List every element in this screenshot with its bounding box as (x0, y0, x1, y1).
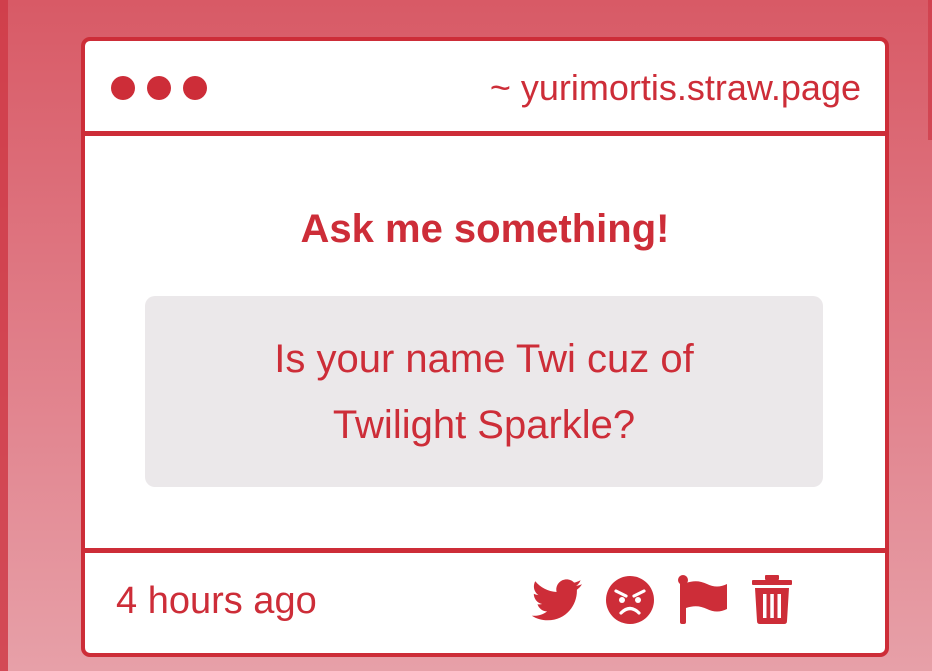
twitter-icon (531, 579, 582, 621)
window-titlebar: ~ yurimortis.straw.page (85, 41, 885, 136)
timestamp: 4 hours ago (116, 580, 317, 622)
page-url: ~ yurimortis.straw.page (489, 67, 861, 108)
question-text: Is your name Twi cuz of Twilight Sparkle… (224, 326, 744, 458)
react-angry-button[interactable] (605, 575, 655, 625)
action-bar (531, 575, 793, 625)
question-line-1: Is your name Twi cuz of (274, 336, 694, 381)
angry-face-icon (606, 576, 654, 624)
question-box: Is your name Twi cuz of Twilight Sparkle… (145, 296, 823, 487)
trash-icon (752, 575, 792, 624)
twitter-share-button[interactable] (531, 578, 583, 622)
question-line-2: Twilight Sparkle? (332, 402, 636, 447)
card-footer: 4 hours ago (85, 553, 885, 653)
report-button[interactable] (677, 575, 729, 625)
window-controls (111, 76, 207, 100)
window-dot-icon (183, 76, 207, 100)
card-body: Ask me something! Is your name Twi cuz o… (85, 136, 885, 553)
window-dot-icon (111, 76, 135, 100)
delete-button[interactable] (751, 575, 793, 625)
background-edge-left (0, 0, 8, 671)
flag-icon (678, 575, 727, 624)
page-title: Ask me something! (300, 207, 670, 251)
window-dot-icon (147, 76, 171, 100)
background-edge-right (928, 0, 932, 140)
ask-card: ~ yurimortis.straw.page Ask me something… (81, 37, 889, 657)
